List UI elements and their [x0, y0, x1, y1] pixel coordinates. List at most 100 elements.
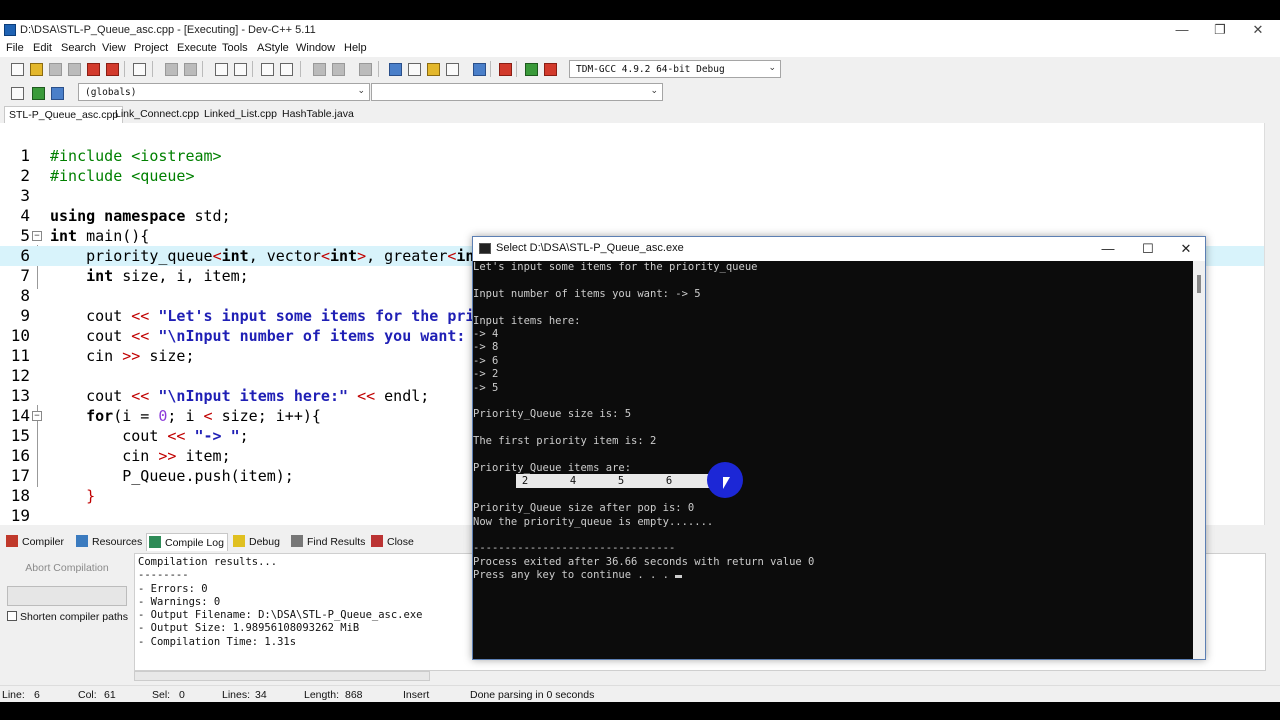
close-file-icon[interactable]	[84, 60, 101, 77]
delete-profile-icon[interactable]	[541, 60, 558, 77]
tab-link-connect[interactable]: Link_Connect.cpp	[111, 106, 203, 123]
editor-vertical-scrollbar[interactable]	[1264, 123, 1280, 525]
tab-linked-list[interactable]: Linked_List.cpp	[200, 106, 281, 123]
console-title-bar[interactable]: Select D:\DSA\STL-P_Queue_asc.exe — ☐ ✕	[473, 237, 1205, 261]
console-maximize-button[interactable]: ☐	[1133, 240, 1163, 258]
tab-resources[interactable]: Resources	[74, 533, 145, 551]
status-message: Done parsing in 0 seconds	[470, 689, 595, 701]
status-sel: 0	[179, 689, 185, 701]
bookmark-icon[interactable]	[48, 84, 65, 101]
menu-execute[interactable]: Execute	[177, 42, 217, 54]
tab-close[interactable]: Close	[369, 533, 417, 551]
project-options-icon[interactable]	[405, 60, 422, 77]
main-toolbar: TDM-GCC 4.9.2 64-bit Debug ⌄	[0, 57, 1280, 81]
code-line[interactable]: 4 using namespace std;	[0, 206, 1264, 226]
chevron-down-icon: ⌄	[650, 86, 658, 96]
class-browser-icon[interactable]	[424, 60, 441, 77]
menu-tools[interactable]: Tools	[222, 42, 248, 54]
menu-view[interactable]: View	[102, 42, 126, 54]
tab-compiler[interactable]: Compiler	[4, 533, 67, 551]
log-horizontal-scrollbar[interactable]	[134, 671, 430, 681]
new-project-icon[interactable]	[386, 60, 403, 77]
console-vertical-scrollbar[interactable]	[1193, 261, 1205, 659]
find-icon[interactable]	[212, 60, 229, 77]
compiler-icon	[6, 535, 18, 547]
shorten-paths-checkbox[interactable]: Shorten compiler paths	[7, 611, 128, 623]
code-line[interactable]: 1 #include <iostream>	[0, 146, 1264, 166]
tab-debug[interactable]: Debug	[231, 533, 283, 551]
console-window[interactable]: Select D:\DSA\STL-P_Queue_asc.exe — ☐ ✕ …	[472, 236, 1206, 660]
close-button[interactable]: ✕	[1238, 22, 1278, 38]
save-all-icon[interactable]	[65, 60, 82, 77]
goto-back-icon[interactable]	[29, 84, 46, 101]
toggle-comment-icon[interactable]	[356, 60, 373, 77]
chevron-down-icon: ⌄	[768, 63, 776, 73]
checkbox-icon[interactable]	[7, 611, 17, 621]
console-minimize-button[interactable]: —	[1093, 240, 1123, 258]
code-line[interactable]: 3	[0, 186, 1264, 206]
tab-hashtable-java[interactable]: HashTable.java	[278, 106, 358, 123]
tab-compile-log[interactable]: Compile Log	[146, 533, 228, 551]
resources-icon	[76, 535, 88, 547]
print-icon[interactable]	[130, 60, 147, 77]
toggle-bookmark-icon[interactable]	[277, 60, 294, 77]
console-output[interactable]: Let's input some items for the priority_…	[473, 261, 1193, 659]
log-vertical-scrollbar[interactable]	[1266, 553, 1280, 671]
fold-toggle-icon[interactable]: −	[32, 411, 42, 421]
queue-item: 6	[665, 475, 673, 487]
save-icon[interactable]	[46, 60, 63, 77]
chevron-down-icon: ⌄	[357, 86, 365, 96]
redo-icon[interactable]	[181, 60, 198, 77]
tab-find-results[interactable]: Find Results	[289, 533, 368, 551]
undo-icon[interactable]	[162, 60, 179, 77]
text-cursor	[675, 575, 683, 579]
compile-log-icon	[149, 536, 161, 548]
mouse-pointer-icon	[723, 477, 730, 489]
close-panel-icon	[371, 535, 383, 547]
check-syntax-icon[interactable]	[470, 60, 487, 77]
menu-file[interactable]: File	[6, 42, 24, 54]
replace-icon[interactable]	[231, 60, 248, 77]
goto-line-icon[interactable]	[258, 60, 275, 77]
abort-compilation-button[interactable]: Abort Compilation	[8, 557, 126, 579]
queue-items-selection: 2 4 5 6 8	[516, 474, 726, 488]
stop-execution-icon[interactable]	[496, 60, 513, 77]
tab-stl-p-queue-asc[interactable]: STL-P_Queue_asc.cpp	[4, 106, 124, 123]
menu-astyle[interactable]: AStyle	[257, 42, 289, 54]
console-prompt: Press any key to continue . . .	[473, 569, 683, 582]
maximize-button[interactable]: ❐	[1200, 22, 1240, 38]
symbol-select[interactable]: ⌄	[371, 83, 663, 101]
secondary-toolbar: (globals) ⌄ ⌄	[0, 81, 1280, 103]
status-mode: Insert	[403, 689, 430, 701]
menu-help[interactable]: Help	[344, 42, 367, 54]
menu-edit[interactable]: Edit	[33, 42, 52, 54]
console-title: Select D:\DSA\STL-P_Queue_asc.exe	[496, 242, 684, 254]
open-file-icon[interactable]	[27, 60, 44, 77]
indent-icon[interactable]	[310, 60, 327, 77]
menu-project[interactable]: Project	[134, 42, 168, 54]
profile-chart-icon[interactable]	[522, 60, 539, 77]
close-all-icon[interactable]	[103, 60, 120, 77]
find-results-icon	[291, 535, 303, 547]
window-title: D:\DSA\STL-P_Queue_asc.cpp - [Executing]…	[20, 24, 316, 36]
scope-select[interactable]: (globals) ⌄	[78, 83, 370, 101]
minimize-button[interactable]: —	[1162, 22, 1202, 38]
compiler-select-value: TDM-GCC 4.9.2 64-bit Debug	[576, 64, 725, 75]
status-length: 868	[345, 689, 363, 701]
fold-toggle-icon[interactable]: −	[32, 231, 42, 241]
title-bar: D:\DSA\STL-P_Queue_asc.cpp - [Executing]…	[0, 20, 1280, 40]
unindent-icon[interactable]	[329, 60, 346, 77]
screen: D:\DSA\STL-P_Queue_asc.cpp - [Executing]…	[0, 0, 1280, 720]
debug-check-icon	[233, 535, 245, 547]
grid-icon[interactable]	[443, 60, 460, 77]
insert-icon[interactable]	[8, 84, 25, 101]
devcpp-app-icon	[4, 24, 16, 36]
console-close-button[interactable]: ✕	[1171, 240, 1201, 258]
queue-item: 2	[521, 475, 529, 487]
code-line[interactable]: 2 #include <queue>	[0, 166, 1264, 186]
menu-window[interactable]: Window	[296, 42, 335, 54]
status-col: 61	[104, 689, 116, 701]
menu-search[interactable]: Search	[61, 42, 96, 54]
new-file-icon[interactable]	[8, 60, 25, 77]
compiler-select[interactable]: TDM-GCC 4.9.2 64-bit Debug ⌄	[569, 60, 781, 78]
